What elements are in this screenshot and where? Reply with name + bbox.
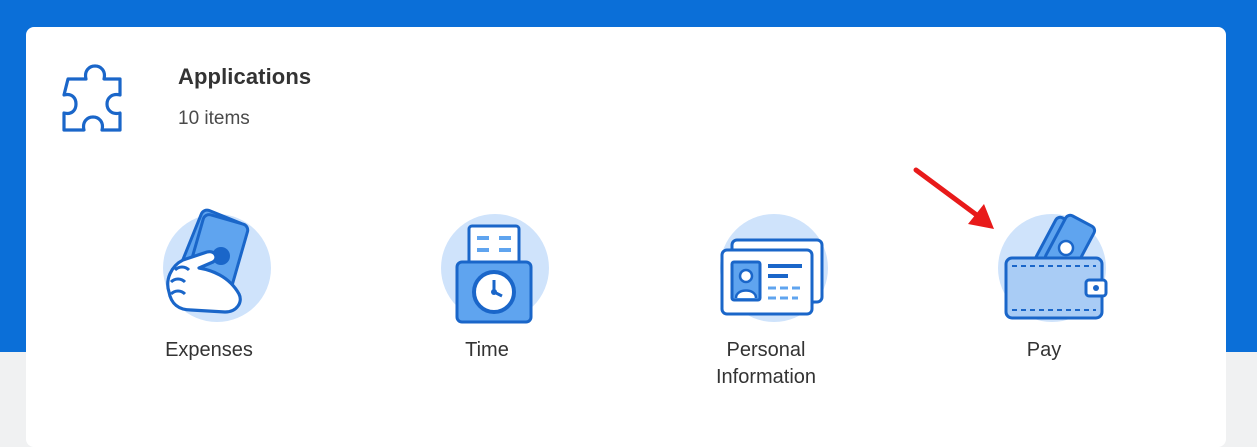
puzzle-icon [62, 64, 122, 132]
page-title: Applications [178, 64, 312, 89]
time-clock-icon [441, 214, 549, 324]
app-tile-expenses[interactable]: Expenses [134, 200, 284, 400]
app-tile-time[interactable]: Time [412, 200, 562, 400]
item-count: 10 items [178, 108, 250, 129]
app-tile-personal-information[interactable]: Personal Information [691, 200, 841, 400]
app-tile-label: Pay [1026, 339, 1062, 361]
cash-hand-icon [163, 208, 271, 322]
app-tile-label: Expenses [165, 339, 253, 361]
app-tile-label: Time [465, 339, 509, 361]
app-tile-label: Personal Information [715, 339, 817, 388]
wallet-icon [998, 213, 1108, 322]
id-card-icon [720, 214, 828, 322]
arrow-icon [913, 167, 994, 229]
